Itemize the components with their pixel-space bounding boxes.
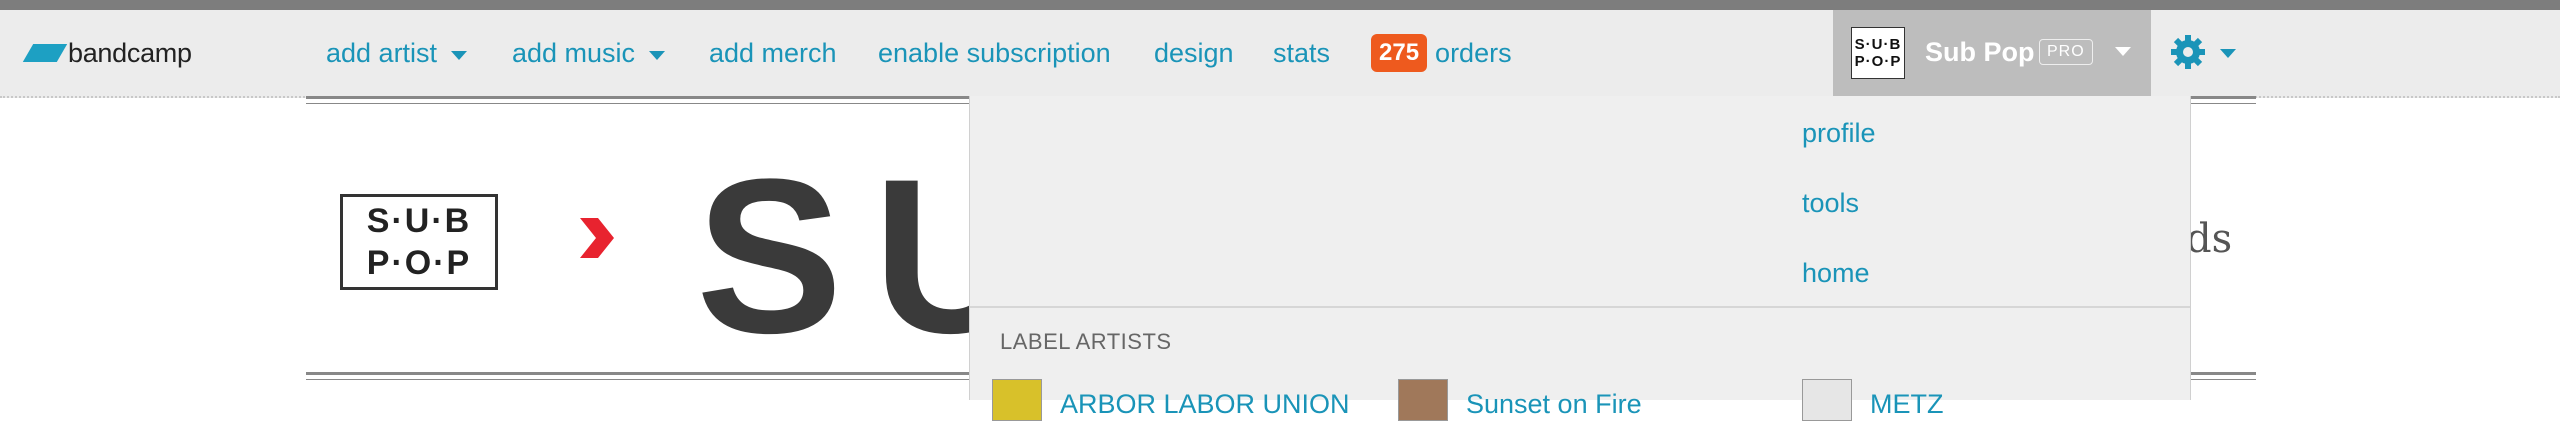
- account-menu-button[interactable]: S·U·B P·O·P Sub Pop PRO: [1833, 10, 2151, 96]
- artist-item[interactable]: ARBOR LABOR UNION: [992, 379, 1350, 421]
- nav-add-music[interactable]: add music: [512, 10, 666, 96]
- avatar-line: S·U·B: [1854, 36, 1902, 53]
- nav-add-artist[interactable]: add artist: [326, 10, 468, 96]
- menu-bar: bandcamp add artist add music add merch …: [0, 10, 2560, 98]
- artist-item[interactable]: Sunset on Fire: [1398, 379, 1642, 421]
- artist-name: METZ: [1870, 389, 1944, 419]
- artist-thumbnail: [1802, 379, 1852, 421]
- dropdown-divider: [970, 306, 2190, 308]
- artist-thumbnail: [1398, 379, 1448, 421]
- artist-name: ARBOR LABOR UNION: [1060, 389, 1350, 419]
- dropdown-profile-link[interactable]: profile: [1802, 118, 1876, 149]
- chevron-right-icon: [580, 218, 614, 258]
- caret-down-icon: [451, 50, 468, 60]
- artist-thumbnail: [992, 379, 1042, 421]
- nav-orders[interactable]: 275 orders: [1371, 10, 1512, 96]
- nav-enable-subscription[interactable]: enable subscription: [878, 10, 1111, 96]
- orders-count-badge: 275: [1371, 34, 1428, 72]
- label-artists-heading: LABEL ARTISTS: [1000, 329, 1172, 354]
- nav-add-merch-label: add merch: [709, 37, 837, 68]
- bandcamp-logo-icon: [22, 44, 68, 62]
- nav-stats-label: stats: [1273, 37, 1331, 68]
- account-dropdown: profile tools home LABEL ARTISTS ARBOR L…: [969, 96, 2191, 421]
- artist-name: Sunset on Fire: [1466, 389, 1642, 419]
- bandcamp-logo[interactable]: bandcamp: [20, 38, 192, 68]
- caret-down-icon[interactable]: [2220, 49, 2236, 58]
- nav-enable-subscription-label: enable subscription: [878, 37, 1111, 68]
- logo-text: bandcamp: [68, 37, 192, 68]
- dropdown-tools-link[interactable]: tools: [1802, 188, 1859, 219]
- gear-icon[interactable]: [2168, 32, 2208, 72]
- account-avatar: S·U·B P·O·P: [1851, 27, 1905, 79]
- nav-add-artist-label: add artist: [326, 37, 438, 68]
- dropdown-home-link[interactable]: home: [1802, 258, 1870, 289]
- nav-add-music-label: add music: [512, 37, 636, 68]
- banner-tail-text: ds: [2186, 216, 2233, 262]
- nav-stats[interactable]: stats: [1273, 10, 1330, 96]
- account-name: Sub Pop: [1925, 37, 2035, 67]
- artist-item[interactable]: METZ: [1802, 379, 1944, 421]
- nav-orders-label: orders: [1435, 37, 1512, 68]
- pro-badge: PRO: [2039, 39, 2093, 65]
- logo-line: S·U·B: [366, 202, 472, 240]
- nav-add-merch[interactable]: add merch: [709, 10, 837, 96]
- top-strip: [0, 0, 2560, 10]
- nav-design-label: design: [1154, 37, 1234, 68]
- logo-line: P·O·P: [366, 244, 472, 282]
- caret-down-icon: [2115, 47, 2131, 56]
- nav-design[interactable]: design: [1154, 10, 1234, 96]
- caret-down-icon: [649, 50, 666, 60]
- avatar-line: P·O·P: [1854, 53, 1902, 70]
- sub-pop-logo: S·U·B P·O·P: [340, 194, 498, 290]
